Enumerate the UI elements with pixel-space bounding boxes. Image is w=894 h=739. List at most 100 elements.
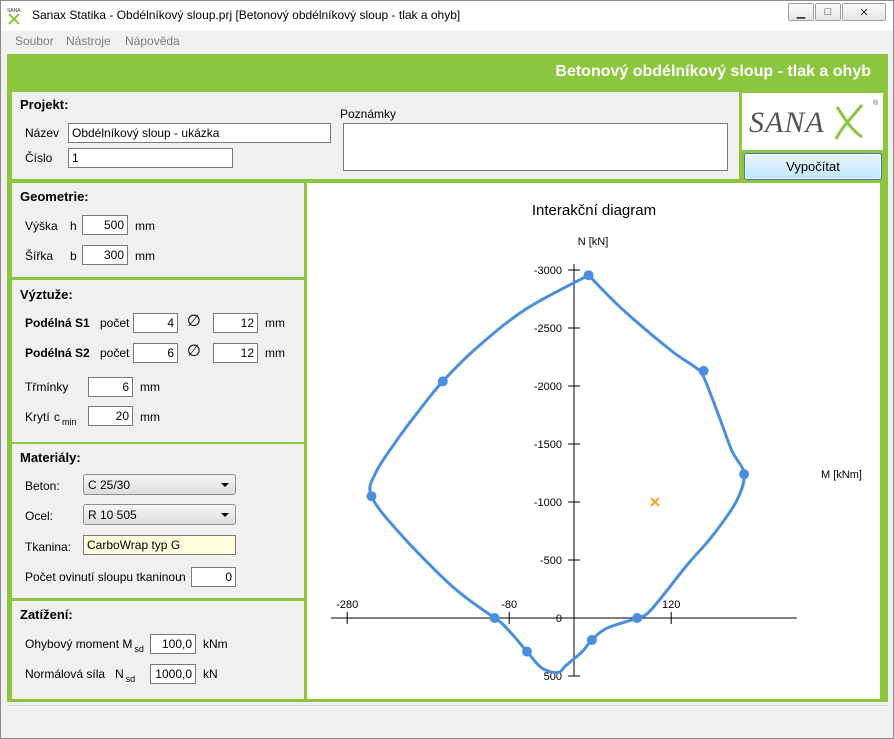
status-bar (7, 705, 888, 733)
curve-point (366, 491, 377, 502)
s1-count-label: počet (100, 316, 130, 330)
moment-label: Ohybový moment Msd (25, 637, 144, 654)
steel-label: Ocel: (25, 509, 54, 523)
maximize-icon: □ (824, 6, 832, 18)
chart-x-tick-label: 120 (662, 599, 680, 611)
s2-diameter-input[interactable]: 12 (213, 343, 258, 363)
banner-title: Betonový obdélníkový sloup - tlak a ohyb (555, 63, 871, 80)
interaction-diagram-chart: Interakční diagram N [kN] M [kNm] -3000 -… (331, 202, 862, 683)
s1-count-input[interactable]: 4 (133, 313, 178, 333)
cover-input[interactable]: 20 (88, 406, 133, 426)
chart-x-tick-label: -280 (336, 599, 358, 611)
number-label: Číslo (25, 151, 53, 165)
stirrups-input[interactable]: 6 (88, 377, 133, 397)
stirrups-label: Třmínky (25, 380, 69, 394)
s1-label: Podélná S1 (25, 316, 90, 330)
s2-count-label: počet (100, 346, 130, 360)
height-unit: mm (135, 219, 155, 233)
s1-diameter-icon: ∅ (187, 313, 201, 330)
chevron-down-icon (221, 513, 229, 517)
calculate-button[interactable]: Vypočítat (744, 153, 882, 180)
close-icon: ✕ (859, 6, 869, 19)
height-input[interactable]: 500 (82, 215, 128, 235)
svg-text:®: ® (873, 99, 879, 107)
curve-point (632, 613, 643, 623)
width-symbol: b (70, 249, 77, 263)
cover-symbol: c min (54, 410, 77, 427)
height-symbol: h (70, 219, 77, 233)
window-title: Sanax Statika - Obdélníkový sloup.prj [B… (32, 8, 461, 22)
geometry-title: Geometrie: (20, 189, 89, 204)
s2-label: Podélná S2 (25, 346, 90, 360)
s2-unit: mm (265, 346, 285, 360)
normal-symbol: Nsd (115, 667, 136, 684)
curve-point (586, 635, 597, 646)
s1-diameter-input[interactable]: 12 (213, 313, 258, 333)
curve-point (437, 376, 448, 387)
menu-nastroje[interactable]: Nástroje (66, 34, 111, 48)
menu-bar: Soubor Nástroje Nápověda (2, 31, 892, 51)
moment-input[interactable]: 100,0 (150, 634, 196, 654)
menu-soubor[interactable]: Soubor (15, 34, 54, 48)
wraps-label: Počet ovinutí sloupu tkaninou (25, 570, 182, 584)
cover-unit: mm (140, 410, 160, 424)
svg-text:SANA: SANA (749, 106, 825, 139)
notes-label: Poznámky (340, 107, 397, 121)
concrete-label: Beton: (25, 479, 60, 493)
cover-label: Krytí (25, 410, 50, 424)
maximize-button[interactable]: □ (815, 3, 841, 21)
concrete-select[interactable]: C 25/30 (83, 474, 236, 495)
minimize-icon: ▁ (796, 6, 806, 19)
materials-title: Materiály: (20, 450, 81, 465)
chart-y-tick-label: -500 (540, 555, 562, 567)
chart-y-tick-label: -2000 (534, 381, 562, 393)
design-load-point (650, 497, 660, 507)
project-name-input[interactable]: Obdélníkový sloup - ukázka (68, 123, 331, 143)
curve-point (583, 270, 594, 281)
project-title: Projekt: (20, 97, 69, 112)
width-input[interactable]: 300 (82, 245, 128, 265)
interaction-diagram-panel: Interakční diagram N [kN] M [kNm] -3000 -… (307, 183, 880, 699)
moment-unit: kNm (203, 637, 228, 651)
chart-x-axis-label: M [kNm] (821, 469, 862, 481)
loads-title: Zatížení: (20, 607, 73, 622)
application-window: SANA Sanax Statika - Obdélníkový sloup.p… (0, 0, 894, 739)
stirrups-unit: mm (140, 380, 160, 394)
project-number-input[interactable]: 1 (68, 148, 233, 168)
chart-y-axis-label: N [kN] (578, 236, 609, 248)
curve-point (489, 613, 500, 623)
minimize-button[interactable]: ▁ (788, 3, 814, 21)
normal-unit: kN (203, 667, 218, 681)
fabric-input[interactable]: CarboWrap typ G (83, 535, 236, 555)
sanax-logo-icon: SANA ® (749, 99, 879, 140)
s2-diameter-icon: ∅ (187, 343, 201, 360)
app-logo-icon: SANA (7, 8, 21, 25)
normal-input[interactable]: 1000,0 (150, 664, 196, 684)
chevron-down-icon (221, 483, 229, 487)
steel-value: R 10 505 (88, 508, 137, 522)
chart-y-tick-label: 0 (556, 613, 562, 625)
curve-point (522, 646, 533, 657)
svg-text:SANA: SANA (7, 8, 21, 14)
wraps-input[interactable]: 0 (191, 567, 236, 587)
chart-title: Interakční diagram (532, 202, 656, 219)
steel-select[interactable]: R 10 505 (83, 504, 236, 525)
notes-textarea[interactable] (343, 123, 728, 171)
title-bar[interactable]: SANA Sanax Statika - Obdélníkový sloup.p… (1, 1, 893, 31)
close-button[interactable]: ✕ (842, 3, 886, 21)
s2-count-input[interactable]: 6 (133, 343, 178, 363)
menu-napoveda[interactable]: Nápověda (125, 34, 180, 48)
reinforcement-title: Výztuže: (20, 287, 73, 302)
fabric-label: Tkanina: (25, 540, 72, 554)
sanax-logo: SANA ® (742, 93, 883, 150)
name-label: Název (25, 126, 60, 140)
width-unit: mm (135, 249, 155, 263)
chart-y-tick-label: -1000 (534, 497, 562, 509)
chart-y-tick-label: -3000 (534, 265, 562, 277)
concrete-value: C 25/30 (88, 478, 131, 492)
height-label: Výška (25, 219, 58, 233)
s1-unit: mm (265, 316, 285, 330)
chart-x-tick-label: -80 (501, 599, 517, 611)
normal-label: Normálová síla (25, 667, 106, 681)
curve-point (739, 469, 750, 480)
